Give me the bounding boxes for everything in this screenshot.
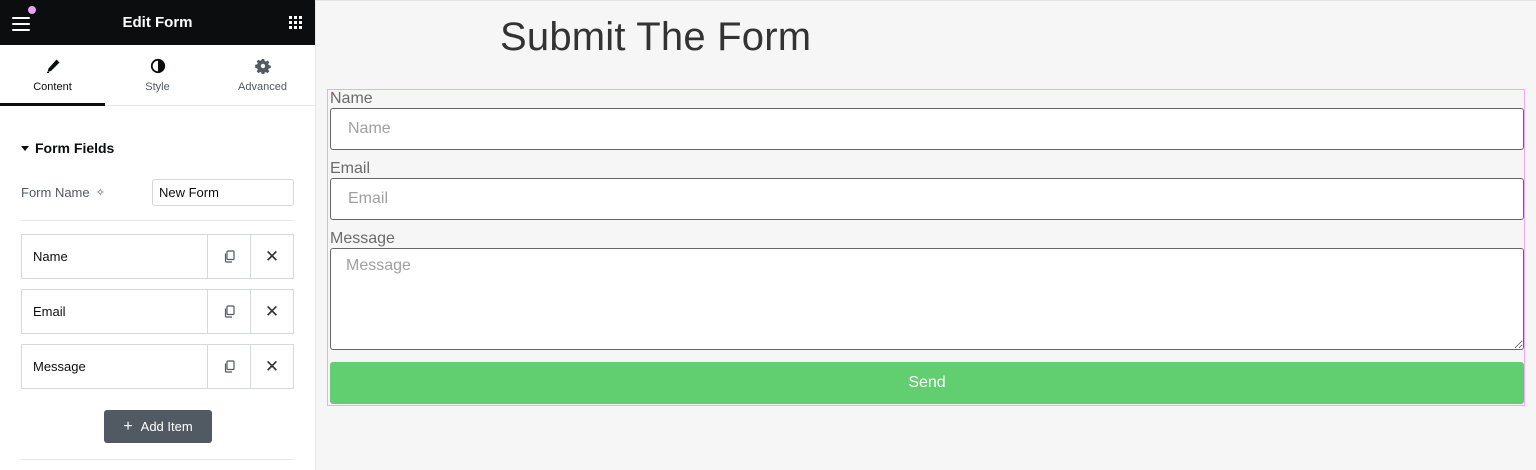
remove-icon[interactable]: ✕ <box>250 235 293 278</box>
duplicate-icon[interactable] <box>207 345 250 388</box>
notification-dot <box>28 6 36 14</box>
tab-style[interactable]: Style <box>105 45 210 105</box>
form-fields-section-toggle[interactable]: Form Fields <box>0 140 315 156</box>
grid-apps-icon[interactable] <box>289 15 303 30</box>
page-heading: Submit The Form <box>500 15 812 59</box>
plus-icon: + <box>123 417 133 435</box>
divider <box>21 459 294 460</box>
add-item-label: Add Item <box>140 419 193 434</box>
repeater-item-email: Email ✕ <box>21 289 294 334</box>
repeater-item-name: Name ✕ <box>21 234 294 279</box>
duplicate-icon[interactable] <box>207 290 250 333</box>
pencil-icon <box>46 59 59 73</box>
section-title: Form Fields <box>35 140 115 156</box>
repeater-item-title[interactable]: Name <box>22 235 207 278</box>
ai-sparkle-icon[interactable]: ✧ <box>96 186 105 199</box>
form-name-control: Form Name ✧ <box>0 179 315 206</box>
message-field-label: Message <box>330 230 395 247</box>
caret-down-icon <box>21 145 29 151</box>
panel-title: Edit Form <box>122 14 193 31</box>
panel-tabs: Content Style Advanced <box>0 45 315 106</box>
tab-advanced[interactable]: Advanced <box>210 45 315 105</box>
panel-header: Edit Form <box>0 0 315 45</box>
name-field[interactable] <box>330 108 1524 150</box>
name-field-label: Name <box>330 90 373 107</box>
repeater-item-title[interactable]: Email <box>22 290 207 333</box>
email-field[interactable] <box>330 178 1524 220</box>
form-name-label-wrap: Form Name ✧ <box>21 185 105 200</box>
editor-panel: Edit Form Content Style Advanced Form Fi… <box>0 0 316 470</box>
duplicate-icon[interactable] <box>207 235 250 278</box>
tab-advanced-label: Advanced <box>238 80 287 93</box>
add-item-button[interactable]: + Add Item <box>104 410 212 443</box>
preview-canvas: Submit The Form Name Email Message Send <box>316 0 1536 470</box>
send-button[interactable]: Send <box>330 362 1524 404</box>
form-name-input[interactable] <box>152 179 294 206</box>
hamburger-menu-icon[interactable] <box>12 15 34 31</box>
repeater-item-title[interactable]: Message <box>22 345 207 388</box>
divider <box>21 220 294 221</box>
remove-icon[interactable]: ✕ <box>250 290 293 333</box>
gear-icon <box>254 58 271 74</box>
tab-content-label: Content <box>33 80 72 93</box>
form-fields-repeater: Name ✕ Email ✕ Message ✕ <box>0 234 315 389</box>
contrast-icon <box>150 58 165 73</box>
form-name-label: Form Name <box>21 185 90 200</box>
tab-content[interactable]: Content <box>0 45 105 106</box>
email-field-label: Email <box>330 160 371 177</box>
tab-style-label: Style <box>145 80 170 93</box>
message-field[interactable] <box>330 248 1524 350</box>
repeater-item-message: Message ✕ <box>21 344 294 389</box>
remove-icon[interactable]: ✕ <box>250 345 293 388</box>
form-widget[interactable]: Name Email Message Send <box>327 89 1525 406</box>
